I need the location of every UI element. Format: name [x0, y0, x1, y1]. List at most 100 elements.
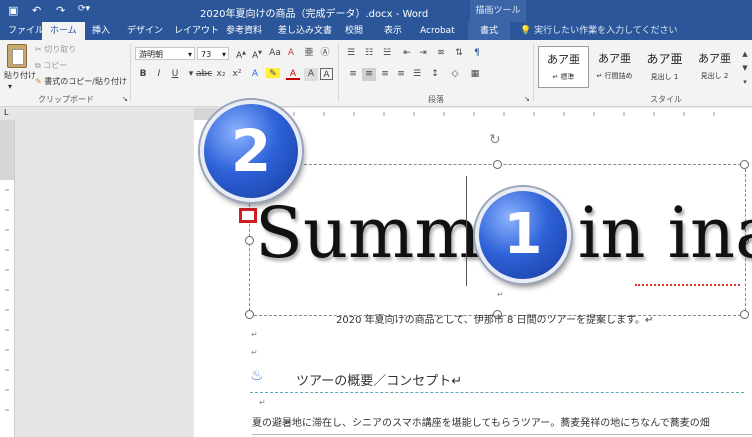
save-icon[interactable]: ▣ — [8, 4, 18, 17]
borders-icon[interactable]: ▦ — [468, 68, 482, 81]
distributed-icon[interactable]: ☰ — [410, 68, 424, 81]
paste-label[interactable]: 貼り付け — [4, 70, 36, 81]
styles-scroll-up-icon[interactable]: ▲ — [738, 48, 752, 61]
change-case-icon[interactable]: Aa — [268, 47, 282, 60]
tab-insert[interactable]: 挿入 — [92, 22, 110, 40]
tab-references[interactable]: 参考資料 — [226, 22, 262, 40]
styles-more-icon[interactable]: ▾ — [738, 76, 752, 89]
chevron-down-icon: ▾ — [187, 50, 192, 59]
underline-icon[interactable]: U — [168, 68, 182, 81]
increase-indent-icon[interactable]: ⇥ — [416, 47, 430, 60]
text-cursor — [466, 176, 467, 286]
body-paragraph[interactable]: 夏の避暑地に滞在し、シニアのスマホ講座を堪能してもらうツアー。蕎麦発祥の地にちな… — [252, 414, 710, 429]
resize-handle[interactable] — [245, 236, 254, 245]
line-spacing-icon[interactable]: ↕ — [428, 68, 442, 81]
paste-button[interactable] — [4, 44, 28, 70]
font-size-combo[interactable]: 73 ▾ — [197, 47, 229, 60]
style-heading-2[interactable]: あア亜 見出し 2 — [690, 46, 739, 86]
tell-me-search[interactable]: 💡 実行したい作業を入力してください — [520, 22, 678, 40]
character-shading-icon[interactable]: A — [304, 68, 318, 81]
font-name-combo[interactable]: 游明朝 ▾ — [135, 47, 195, 60]
phonetic-guide-icon[interactable]: 亜 — [302, 47, 316, 60]
character-border-icon[interactable]: A — [320, 68, 333, 80]
tab-acrobat[interactable]: Acrobat — [420, 22, 455, 40]
tab-mailings[interactable]: 差し込み文書 — [278, 22, 332, 40]
tab-layout[interactable]: レイアウト — [174, 22, 219, 40]
resize-handle[interactable] — [740, 160, 749, 169]
tab-file[interactable]: ファイル — [8, 22, 44, 40]
style-label: 見出し 1 — [650, 73, 679, 81]
redo-icon[interactable]: ↷ — [56, 4, 65, 17]
show-marks-icon[interactable]: ¶ — [470, 47, 484, 60]
style-normal[interactable]: あア亜 ↵ 標準 — [538, 46, 589, 88]
align-center-icon[interactable]: ≡ — [362, 68, 376, 81]
superscript-icon[interactable]: x² — [230, 68, 244, 81]
styles-scroll-down-icon[interactable]: ▼ — [738, 62, 752, 75]
section-heading[interactable]: ツアーの概要／コンセプト↵ — [296, 370, 462, 389]
tab-view[interactable]: 表示 — [384, 22, 402, 40]
format-painter-button[interactable]: ✎ 書式のコピー/貼り付け — [35, 76, 127, 87]
style-sample: あア亜 — [698, 52, 731, 65]
callout-badge-1: 1 — [475, 187, 571, 283]
callout-badge-2: 2 — [200, 100, 302, 202]
paragraph-launcher-icon[interactable]: ↘ — [524, 95, 530, 103]
paragraph-mark: ↵ — [251, 330, 258, 339]
font-name-value: 游明朝 — [139, 50, 163, 59]
styles-group-label: スタイル — [650, 95, 682, 104]
copy-label: コピー — [43, 61, 68, 70]
bullets-icon[interactable]: ☰ — [344, 47, 358, 60]
cut-button[interactable]: ✂ 切り取り — [35, 44, 76, 55]
clipboard-launcher-icon[interactable]: ↘ — [122, 95, 128, 103]
tab-home[interactable]: ホーム — [42, 22, 85, 40]
text-effects-icon[interactable]: A — [248, 68, 262, 81]
font-color-icon[interactable]: A — [286, 68, 300, 80]
vertical-ruler[interactable] — [0, 120, 15, 437]
ribbon: 貼り付け ▾ ✂ 切り取り ⧉ コピー ✎ 書式のコピー/貼り付け クリップボー… — [0, 40, 752, 107]
tell-me-placeholder: 実行したい作業を入力してください — [534, 26, 678, 36]
undo-icon[interactable]: ↶ — [32, 4, 41, 17]
repeat-icon[interactable]: ⟳▾ — [78, 4, 90, 14]
style-heading-1[interactable]: あア亜 見出し 1 — [640, 46, 689, 86]
sort-icon[interactable]: ⇅ — [452, 47, 466, 60]
italic-icon[interactable]: I — [152, 68, 166, 81]
clear-formatting-icon[interactable]: A — [284, 47, 298, 60]
resize-handle[interactable] — [493, 160, 502, 169]
justify-icon[interactable]: ≡ — [394, 68, 408, 81]
numbering-icon[interactable]: ☷ — [362, 47, 376, 60]
shading-icon[interactable]: ◇ — [448, 68, 462, 81]
font-size-value: 73 — [201, 50, 212, 59]
subscript-icon[interactable]: x₂ — [214, 68, 228, 81]
subtitle-line[interactable]: 2020 年夏向けの商品として、伊那市 8 日間のツアーを提案します。↵ — [336, 311, 653, 326]
style-label: ↵ 標準 — [552, 73, 575, 81]
multilevel-list-icon[interactable]: ☱ — [380, 47, 394, 60]
asian-layout-icon[interactable]: ≋ — [434, 47, 448, 60]
highlighter-icon[interactable]: ✎ — [266, 68, 280, 79]
lightbulb-icon: 💡 — [520, 26, 532, 36]
enclose-characters-icon[interactable]: Ⓐ — [318, 47, 332, 60]
highlight-marker-box — [239, 208, 257, 223]
align-left-icon[interactable]: ≡ — [346, 68, 360, 81]
tab-selector-icon[interactable]: L — [4, 108, 8, 117]
tab-design[interactable]: デザイン — [127, 22, 163, 40]
bold-icon[interactable]: B — [136, 68, 150, 81]
tab-format[interactable]: 書式 — [468, 22, 511, 40]
scissors-icon: ✂ — [35, 45, 42, 54]
copy-button[interactable]: ⧉ コピー — [35, 60, 67, 71]
style-label: ↵ 行間詰め — [596, 72, 633, 80]
group-divider — [130, 44, 131, 102]
strikethrough-icon[interactable]: abc — [196, 68, 212, 81]
resize-handle[interactable] — [245, 310, 254, 319]
style-no-spacing[interactable]: あア亜 ↵ 行間詰め — [590, 46, 639, 86]
resize-handle[interactable] — [740, 310, 749, 319]
grow-font-icon[interactable]: A▲ — [234, 47, 248, 61]
paragraph-group-label: 段落 — [428, 95, 444, 104]
align-right-icon[interactable]: ≡ — [378, 68, 392, 81]
heading-divider — [250, 392, 744, 393]
chevron-down-icon: ▾ — [221, 50, 226, 59]
paste-dropdown-icon[interactable]: ▾ — [8, 82, 12, 91]
tab-review[interactable]: 校閲 — [345, 22, 363, 40]
paragraph-mark: ↵ — [497, 290, 504, 299]
shrink-font-icon[interactable]: A▼ — [250, 47, 264, 61]
decrease-indent-icon[interactable]: ⇤ — [400, 47, 414, 60]
rotate-handle-icon[interactable]: ↻ — [489, 132, 501, 148]
